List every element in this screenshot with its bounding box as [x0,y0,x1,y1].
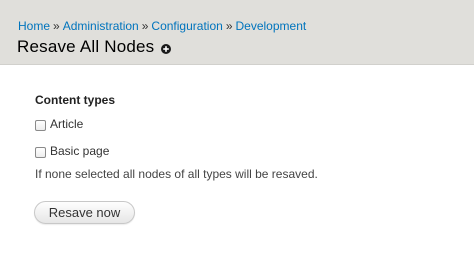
page-title: Resave All Nodes [17,37,155,56]
fieldset-title: Content types [35,93,116,107]
breadcrumb-separator: » [141,19,149,33]
article-label: Article [50,117,84,131]
breadcrumb-home[interactable]: Home [18,19,50,33]
breadcrumb-configuration[interactable]: Configuration [151,19,222,33]
breadcrumb-administration[interactable]: Administration [63,19,139,33]
resave-now-button[interactable]: Resave now [34,201,135,224]
option-article[interactable]: Article [35,116,83,132]
page-header: Home» Administration» Configuration» Develo… [0,0,474,65]
breadcrumb: Home» Administration» Configuration» Develo… [18,18,306,34]
option-basic-page[interactable]: Basic page [35,143,109,159]
breadcrumb-separator: » [225,19,233,33]
field-description: If none selected all nodes of all types … [35,167,318,181]
breadcrumb-separator: » [53,19,60,33]
article-checkbox[interactable] [35,120,46,131]
plus-circle-icon[interactable] [161,44,171,54]
basic-page-checkbox[interactable] [35,147,46,158]
breadcrumb-development[interactable]: Development [236,19,307,33]
basic-page-label: Basic page [50,144,110,158]
